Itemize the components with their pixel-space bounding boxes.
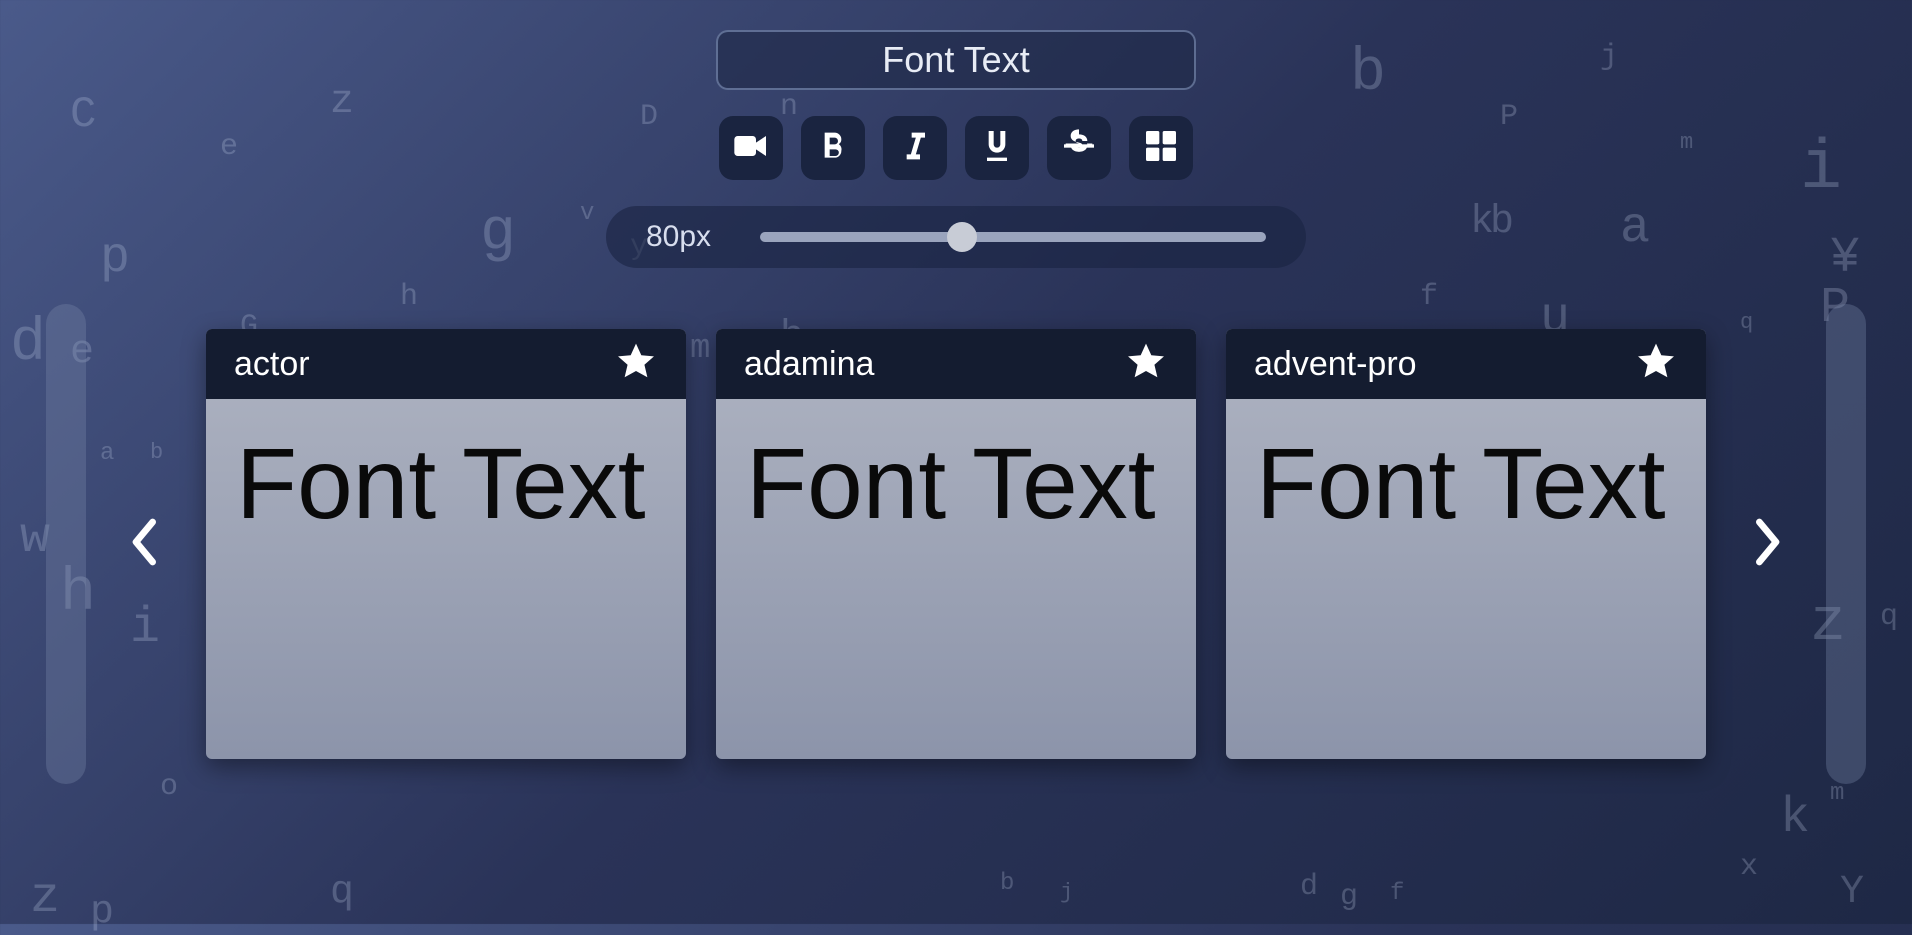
star-icon [1124,371,1168,388]
font-name-label: actor [234,345,310,384]
font-carousel: actor Font Text adamina Font Text advent… [0,304,1912,784]
font-preview-text: Font Text [236,429,656,539]
font-preview-text: Font Text [746,429,1166,539]
font-text-input[interactable] [716,30,1196,90]
font-card: adamina Font Text [716,329,1196,759]
chevron-left-icon [126,559,166,576]
video-button[interactable] [719,116,783,180]
underline-icon [977,126,1017,171]
favorite-button[interactable] [614,340,658,389]
font-size-control: 80px [606,206,1306,268]
italic-button[interactable] [883,116,947,180]
font-preview-area: Font Text [716,399,1196,759]
font-size-slider[interactable] [760,232,1266,242]
bold-button[interactable] [801,116,865,180]
bold-icon [813,126,853,171]
font-card: actor Font Text [206,329,686,759]
font-size-label: 80px [646,220,736,254]
underline-button[interactable] [965,116,1029,180]
font-name-label: adamina [744,345,874,384]
font-preview-area: Font Text [206,399,686,759]
video-icon [731,126,771,171]
slider-thumb[interactable] [947,222,977,252]
right-scrollbar[interactable] [1826,304,1866,784]
font-card-header: actor [206,329,686,399]
font-card: advent-pro Font Text [1226,329,1706,759]
star-icon [1634,371,1678,388]
font-card-header: advent-pro [1226,329,1706,399]
star-icon [614,371,658,388]
font-card-header: adamina [716,329,1196,399]
grid-icon [1141,126,1181,171]
prev-button[interactable] [106,492,186,597]
strikethrough-button[interactable] [1047,116,1111,180]
font-preview-text: Font Text [1256,429,1676,539]
font-name-label: advent-pro [1254,345,1417,384]
favorite-button[interactable] [1124,340,1168,389]
grid-button[interactable] [1129,116,1193,180]
favorite-button[interactable] [1634,340,1678,389]
chevron-right-icon [1746,559,1786,576]
next-button[interactable] [1726,492,1806,597]
strikethrough-icon [1059,126,1099,171]
font-preview-area: Font Text [1226,399,1706,759]
left-scrollbar[interactable] [46,304,86,784]
italic-icon [895,126,935,171]
format-toolbar [719,116,1193,180]
